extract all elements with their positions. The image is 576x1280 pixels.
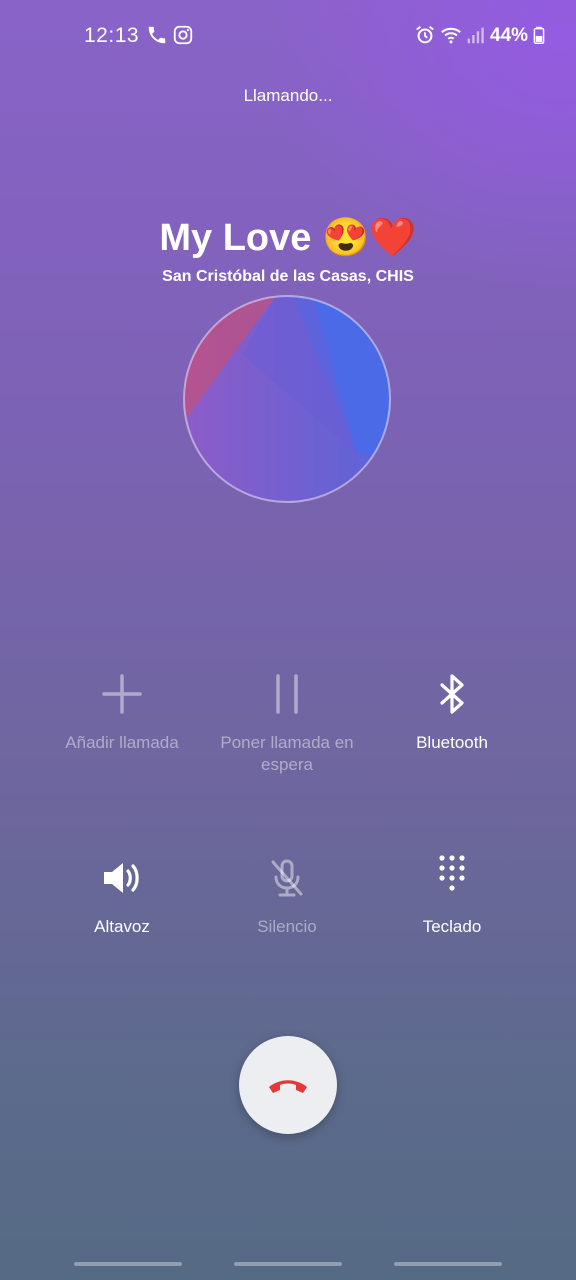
keypad-label: Teclado: [422, 917, 482, 936]
contact-location: San Cristóbal de las Casas, CHIS: [162, 268, 414, 285]
contact-avatar: [183, 295, 391, 503]
bluetooth-label: Bluetooth: [416, 733, 488, 752]
mute-button[interactable]: Silencio: [197, 854, 377, 938]
add-call-label: Añadir llamada: [65, 733, 179, 752]
contact-name: My Love 😍❤️: [159, 217, 417, 259]
signal-icon: [467, 27, 484, 44]
mute-label: Silencio: [257, 917, 317, 936]
status-bar: 12:13 44%: [0, 0, 576, 70]
speaker-label: Altavoz: [94, 917, 150, 936]
battery-percent: 44%: [490, 25, 529, 46]
phone-icon: [148, 26, 166, 44]
end-call-button[interactable]: [239, 1036, 337, 1134]
bluetooth-icon: [440, 674, 464, 714]
nav-home[interactable]: [234, 1262, 342, 1266]
hold-call-label: Poner llamada en espera: [220, 733, 354, 774]
navigation-bar: [0, 1250, 576, 1280]
end-call-icon: [269, 1080, 307, 1093]
hold-call-button[interactable]: Poner llamada en espera: [197, 670, 377, 776]
pause-icon: [276, 674, 298, 714]
alarm-icon: [416, 25, 434, 44]
plus-icon: [102, 674, 142, 714]
keypad-button[interactable]: Teclado: [362, 854, 542, 938]
add-call-button[interactable]: Añadir llamada: [32, 670, 212, 754]
call-status: Llamando...: [243, 86, 333, 105]
instagram-icon: [173, 25, 193, 45]
keypad-icon: [439, 855, 465, 891]
speaker-button[interactable]: Altavoz: [32, 854, 212, 938]
wifi-icon: [441, 27, 461, 44]
nav-recent-apps[interactable]: [74, 1262, 182, 1266]
nav-back[interactable]: [394, 1262, 502, 1266]
battery-icon: [533, 26, 545, 44]
mic-off-icon: [271, 859, 303, 897]
bluetooth-button[interactable]: Bluetooth: [362, 670, 542, 754]
speaker-icon: [104, 863, 139, 893]
status-time: 12:13: [84, 24, 140, 47]
